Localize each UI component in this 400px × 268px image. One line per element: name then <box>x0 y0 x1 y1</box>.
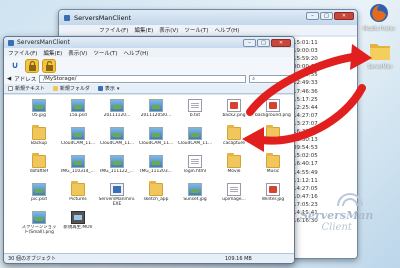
watermark-sub: Client <box>321 222 352 233</box>
wifi-mark-icon <box>337 193 363 207</box>
arrow-to-desktop-head <box>350 44 372 70</box>
watermark-main: ServersMan <box>300 209 374 222</box>
arrow-to-window <box>258 84 366 145</box>
arrow-to-window-head <box>242 127 264 152</box>
arrow-to-desktop <box>246 53 357 116</box>
brand-watermark: ServersMan Client <box>300 210 373 234</box>
